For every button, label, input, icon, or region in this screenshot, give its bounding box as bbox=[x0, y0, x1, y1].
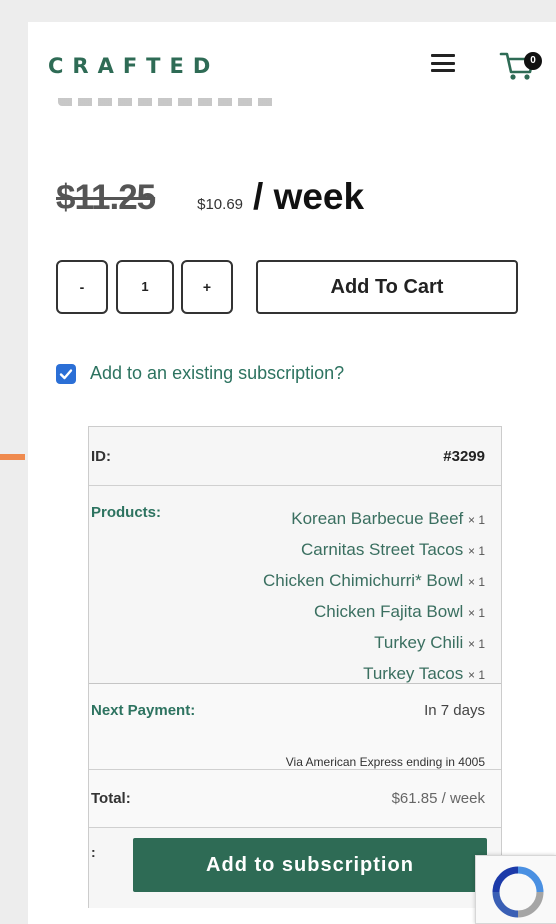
cart-count-badge: 0 bbox=[524, 52, 542, 70]
price-period: / week bbox=[253, 176, 365, 217]
subscription-action-row: : Add to subscription bbox=[89, 828, 501, 908]
list-item: Turkey Chili × 1 bbox=[374, 633, 485, 652]
quantity-increment-button[interactable]: + bbox=[181, 260, 233, 314]
product-list: Korean Barbecue Beef × 1 Carnitas Street… bbox=[263, 504, 485, 683]
existing-subscription-checkbox[interactable] bbox=[56, 363, 76, 384]
total-value: $61.85 / week bbox=[391, 790, 485, 807]
original-price: $11.25 bbox=[56, 178, 156, 217]
recaptcha-icon bbox=[492, 866, 544, 918]
list-item: Korean Barbecue Beef × 1 bbox=[291, 509, 485, 528]
orange-accent-line bbox=[0, 454, 25, 460]
existing-subscription-label[interactable]: Add to an existing subscription? bbox=[90, 363, 344, 384]
subscription-id-row: ID: #3299 bbox=[89, 426, 501, 486]
checkmark-icon bbox=[59, 368, 73, 379]
subscription-products-label: Products: bbox=[91, 504, 162, 521]
subscription-summary-table: ID: #3299 Products: Korean Barbecue Beef… bbox=[88, 426, 502, 908]
hamburger-menu-icon[interactable] bbox=[428, 52, 458, 74]
quantity-decrement-button[interactable]: - bbox=[56, 260, 108, 314]
total-row: Total: $61.85 / week bbox=[89, 770, 501, 828]
subscription-id-value: #3299 bbox=[443, 447, 485, 465]
payment-method-note: Via American Express ending in 4005 bbox=[285, 755, 485, 769]
list-item: Chicken Chimichurri* Bowl × 1 bbox=[262, 571, 485, 590]
add-to-subscription-button[interactable]: Add to subscription bbox=[133, 838, 487, 892]
price-row: $11.25 $10.69 / week bbox=[56, 176, 364, 218]
total-label: Total: bbox=[91, 790, 131, 807]
list-item: Turkey Tacos × 1 bbox=[363, 664, 485, 683]
next-payment-row: Next Payment: In 7 days Via American Exp… bbox=[89, 684, 501, 770]
next-payment-label: Next Payment: bbox=[91, 702, 196, 719]
add-to-cart-button[interactable]: Add To Cart bbox=[256, 260, 518, 314]
clipped-text-line bbox=[58, 98, 278, 106]
quantity-input[interactable]: 1 bbox=[116, 260, 174, 314]
recaptcha-badge[interactable] bbox=[475, 855, 556, 924]
list-item: Carnitas Street Tacos × 1 bbox=[301, 540, 485, 559]
discounted-price: $10.69 bbox=[197, 196, 244, 213]
next-payment-value: In 7 days bbox=[424, 702, 485, 719]
cart-button[interactable]: 0 bbox=[498, 42, 542, 82]
existing-subscription-option[interactable]: Add to an existing subscription? bbox=[56, 363, 344, 384]
list-item: Chicken Fajita Bowl × 1 bbox=[313, 602, 485, 621]
subscription-id-label: ID: bbox=[91, 447, 111, 465]
brand-logo[interactable]: CRAFTED bbox=[48, 54, 219, 78]
action-label: : bbox=[91, 844, 96, 860]
subscription-products-row: Products: Korean Barbecue Beef × 1 Carni… bbox=[89, 486, 501, 684]
